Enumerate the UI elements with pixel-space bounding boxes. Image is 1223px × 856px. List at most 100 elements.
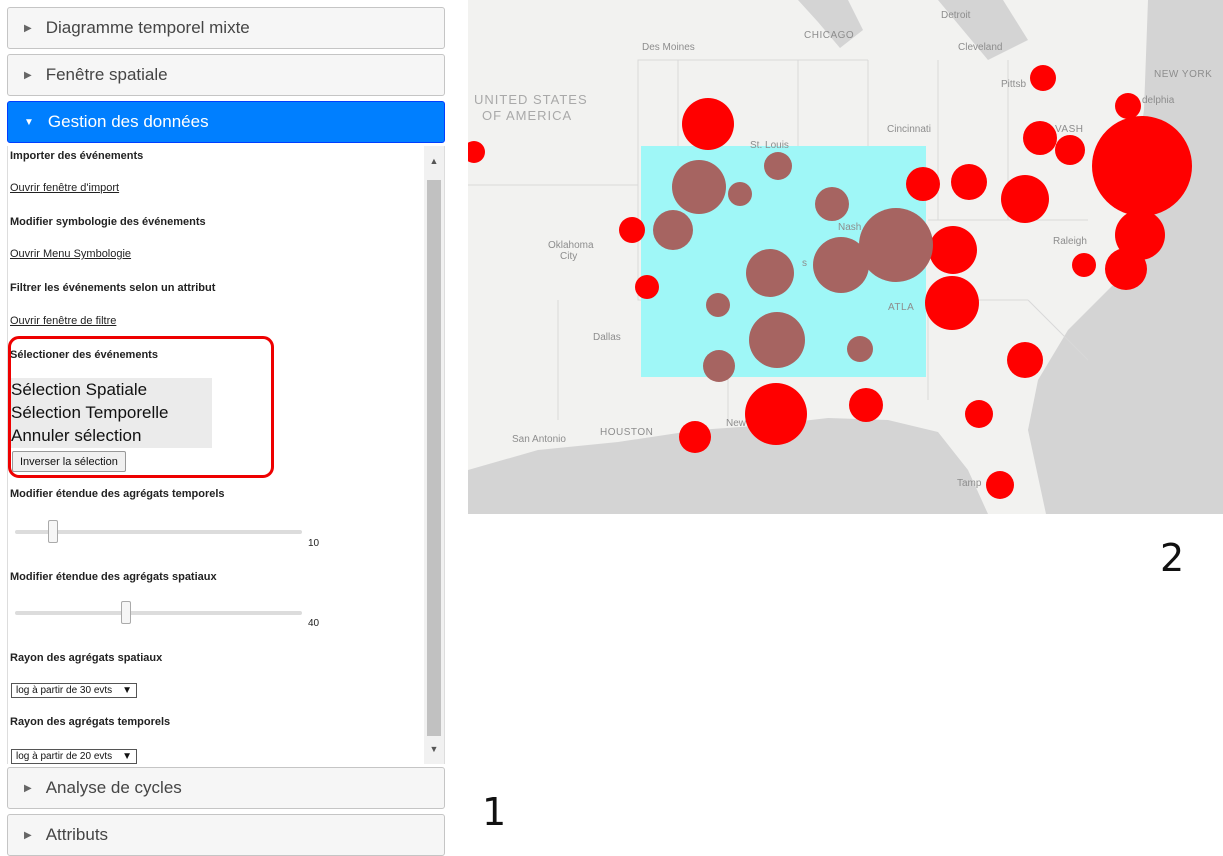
temporal-extent-label: Modifier étendue des agrégats temporels (10, 488, 225, 500)
temporal-extent-slider[interactable] (15, 520, 302, 543)
event-bubble[interactable] (906, 167, 940, 201)
selected-event-bubble[interactable] (847, 336, 873, 362)
import-label: Importer des événements (10, 150, 144, 162)
event-bubble[interactable] (951, 164, 987, 200)
map-label-city: Detroit (941, 10, 971, 21)
spatial-extent-value: 40 (308, 618, 320, 629)
accordion-diagramme-temporel[interactable]: ▶ Diagramme temporel mixte (7, 7, 445, 49)
map-label-usa: UNITED STATES (474, 92, 588, 107)
import-link[interactable]: Ouvrir fenêtre d'import (10, 182, 119, 194)
map-view[interactable]: UNITED STATES OF AMERICA Detroit CHICAGO… (468, 0, 1223, 514)
event-bubble[interactable] (635, 275, 659, 299)
map-label-city: s (802, 258, 807, 269)
map-label-city: Pittsb (1001, 79, 1027, 90)
selected-event-bubble[interactable] (703, 350, 735, 382)
accordion-gestion-donnees[interactable]: ▼ Gestion des données (7, 101, 445, 143)
event-bubble[interactable] (1001, 175, 1049, 223)
accordion-fenetre-spatiale[interactable]: ▶ Fenêtre spatiale (7, 54, 445, 96)
map-label-city: Raleigh (1053, 236, 1087, 247)
map-label-city: San Antonio (512, 434, 566, 445)
map-label-city: Oklahoma (548, 240, 594, 251)
event-bubble[interactable] (1030, 65, 1056, 91)
event-bubbles[interactable] (468, 0, 1223, 514)
map-label-city: New (726, 418, 747, 429)
symbology-label: Modifier symbologie des événements (10, 216, 206, 228)
map-label-city: HOUSTON (600, 427, 654, 438)
event-bubble[interactable] (745, 383, 807, 445)
selected-event-bubble[interactable] (764, 152, 792, 180)
accordion-analyse-cycles[interactable]: ▶ Analyse de cycles (7, 767, 445, 809)
selected-event-bubble[interactable] (706, 293, 730, 317)
selected-event-bubble[interactable] (749, 312, 805, 368)
spatial-extent-slider[interactable] (15, 601, 302, 624)
map-label-city: ATLA (888, 302, 915, 313)
scroll-down-icon[interactable]: ▼ (424, 740, 444, 758)
accordion-label: Attributs (45, 825, 109, 844)
event-bubble[interactable] (1072, 253, 1096, 277)
caret-right-icon: ▶ (24, 782, 32, 794)
figure-number-2: 2 (1160, 536, 1185, 580)
selected-event-bubble[interactable] (672, 160, 726, 214)
accordion-label: Fenêtre spatiale (45, 65, 168, 84)
map-label-city: CHICAGO (804, 30, 855, 41)
accordion-label: Diagramme temporel mixte (45, 18, 250, 37)
selected-event-bubble[interactable] (815, 187, 849, 221)
map-label-city: City (560, 251, 578, 262)
scroll-up-icon[interactable]: ▲ (424, 152, 444, 170)
event-bubble[interactable] (1007, 342, 1043, 378)
event-bubble[interactable] (849, 388, 883, 422)
spatial-extent-slider-handle[interactable] (121, 601, 131, 624)
temporal-radius-label: Rayon des agrégats temporels (10, 716, 171, 728)
event-bubble[interactable] (468, 141, 485, 163)
map-label-city: Tamp (957, 478, 982, 489)
accordion-label: Analyse de cycles (45, 778, 182, 797)
temporal-radius-select[interactable]: log à partir de 20 evts ▼ (11, 749, 138, 764)
map-label-city: NEW YORK (1154, 69, 1213, 80)
spatial-radius-value: log à partir de 30 evts (16, 685, 113, 696)
caret-right-icon: ▶ (24, 69, 32, 81)
event-bubble[interactable] (1092, 116, 1192, 216)
selected-event-bubble[interactable] (813, 237, 869, 293)
temporal-extent-slider-handle[interactable] (48, 520, 58, 543)
gestion-donnees-panel: Importer des événements Ouvrir fenêtre d… (7, 146, 445, 764)
accordion-attributs[interactable]: ▶ Attributs (7, 814, 445, 856)
event-bubble[interactable] (1023, 121, 1057, 155)
map-label-city: Cleveland (958, 42, 1003, 53)
selected-event-bubble[interactable] (859, 208, 933, 282)
dropdown-arrow-icon: ▼ (122, 685, 133, 696)
filter-label: Filtrer les événements selon un attribut (10, 282, 216, 294)
event-bubble[interactable] (929, 226, 977, 274)
selected-event-bubble[interactable] (653, 210, 693, 250)
temporal-radius-value: log à partir de 20 evts (16, 751, 113, 762)
scrollbar-thumb[interactable] (427, 180, 441, 736)
figure-number-1: 1 (482, 790, 507, 834)
event-bubble[interactable] (965, 400, 993, 428)
dropdown-arrow-icon: ▼ (122, 751, 133, 762)
accordion-label: Gestion des données (47, 112, 209, 131)
event-bubble[interactable] (1115, 93, 1141, 119)
event-bubble[interactable] (986, 471, 1014, 499)
event-bubble[interactable] (1055, 135, 1085, 165)
event-bubble[interactable] (682, 98, 734, 150)
event-bubble[interactable] (619, 217, 645, 243)
selected-event-bubble[interactable] (728, 182, 752, 206)
spatial-radius-label: Rayon des agrégats spatiaux (10, 652, 163, 664)
panel-scrollbar[interactable]: ▲ ▼ (424, 146, 444, 764)
map-label-city: Dallas (593, 332, 621, 343)
event-bubble[interactable] (925, 276, 979, 330)
symbology-link[interactable]: Ouvrir Menu Symbologie (10, 248, 131, 260)
event-bubble[interactable] (1105, 248, 1147, 290)
caret-right-icon: ▶ (24, 829, 32, 841)
temporal-extent-value: 10 (308, 538, 320, 549)
map-label-city: Des Moines (642, 42, 695, 53)
event-bubble[interactable] (679, 421, 711, 453)
map-label-usa: OF AMERICA (482, 108, 573, 123)
highlight-box (8, 336, 274, 478)
map-label-city: St. Louis (750, 140, 789, 151)
map-label-city: Cincinnati (887, 124, 931, 135)
selected-event-bubble[interactable] (746, 249, 794, 297)
map-label-city: VASH (1055, 124, 1084, 135)
map-label-city: Nash (838, 222, 862, 233)
filter-link[interactable]: Ouvrir fenêtre de filtre (10, 315, 116, 327)
spatial-radius-select[interactable]: log à partir de 30 evts ▼ (11, 683, 138, 698)
